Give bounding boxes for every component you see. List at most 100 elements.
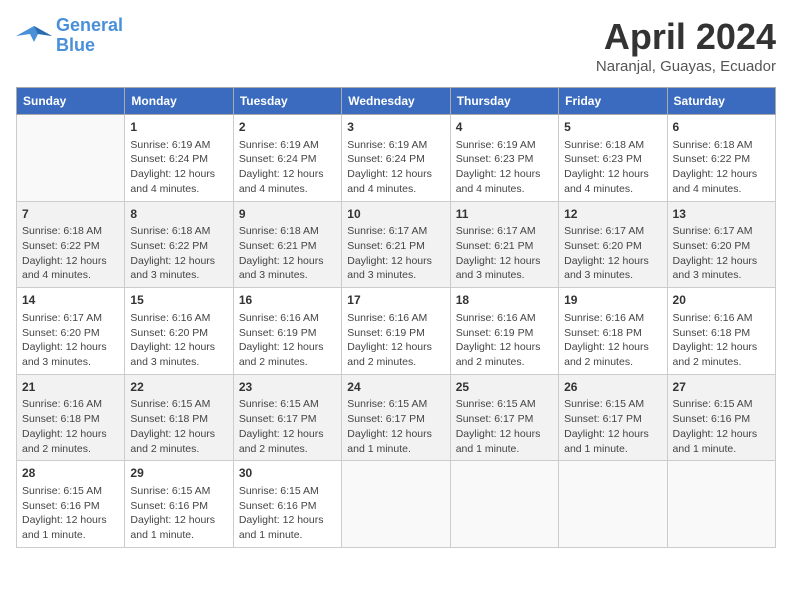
- calendar-cell: 11Sunrise: 6:17 AM Sunset: 6:21 PM Dayli…: [450, 201, 558, 288]
- day-number: 13: [673, 206, 770, 223]
- calendar-cell: 4Sunrise: 6:19 AM Sunset: 6:23 PM Daylig…: [450, 115, 558, 202]
- calendar-cell: 26Sunrise: 6:15 AM Sunset: 6:17 PM Dayli…: [559, 374, 667, 461]
- day-number: 27: [673, 379, 770, 396]
- header-thursday: Thursday: [450, 88, 558, 115]
- calendar-cell: 18 Sunrise: 6:16 AM Sunset: 6:19 PM Dayli…: [450, 288, 558, 375]
- calendar-cell: 25Sunrise: 6:15 AM Sunset: 6:17 PM Dayli…: [450, 374, 558, 461]
- day-info: Sunrise: 6:19 AM Sunset: 6:24 PM Dayligh…: [239, 138, 336, 197]
- day-info: Sunrise: 6:16 AM Sunset: 6:18 PM Dayligh…: [673, 311, 770, 370]
- logo-text: General Blue: [56, 16, 123, 56]
- calendar-cell: 1 Sunrise: 6:19 AM Sunset: 6:24 PM Daylig…: [125, 115, 233, 202]
- calendar-table: SundayMondayTuesdayWednesdayThursdayFrid…: [16, 87, 776, 548]
- calendar-cell: 30Sunrise: 6:15 AM Sunset: 6:16 PM Dayli…: [233, 461, 341, 548]
- day-info: Sunrise: 6:15 AM Sunset: 6:16 PM Dayligh…: [673, 397, 770, 456]
- calendar-week-row: 28 Sunrise: 6:15 AM Sunset: 6:16 PM Dayli…: [17, 461, 776, 548]
- calendar-cell: 29 Sunrise: 6:15 AM Sunset: 6:16 PM Dayli…: [125, 461, 233, 548]
- day-number: 1: [130, 119, 227, 136]
- day-info: Sunrise: 6:18 AM Sunset: 6:22 PM Dayligh…: [673, 138, 770, 197]
- day-info: Sunrise: 6:15 AM Sunset: 6:18 PM Dayligh…: [130, 397, 227, 456]
- day-info: Sunrise: 6:16 AM Sunset: 6:19 PM Dayligh…: [347, 311, 444, 370]
- day-number: 29: [130, 465, 227, 482]
- location-subtitle: Naranjal, Guayas, Ecuador: [596, 58, 776, 75]
- calendar-cell: [450, 461, 558, 548]
- calendar-cell: 8Sunrise: 6:18 AM Sunset: 6:22 PM Daylig…: [125, 201, 233, 288]
- day-number: 8: [130, 206, 227, 223]
- calendar-cell: 13Sunrise: 6:17 AM Sunset: 6:20 PM Dayli…: [667, 201, 775, 288]
- day-info: Sunrise: 6:15 AM Sunset: 6:17 PM Dayligh…: [347, 397, 444, 456]
- day-info: Sunrise: 6:18 AM Sunset: 6:22 PM Dayligh…: [22, 224, 119, 283]
- day-number: 15: [130, 292, 227, 309]
- day-info: Sunrise: 6:16 AM Sunset: 6:18 PM Dayligh…: [564, 311, 661, 370]
- month-title: April 2024: [596, 16, 776, 58]
- day-number: 20: [673, 292, 770, 309]
- calendar-cell: 24Sunrise: 6:15 AM Sunset: 6:17 PM Dayli…: [342, 374, 450, 461]
- day-number: 23: [239, 379, 336, 396]
- day-number: 17: [347, 292, 444, 309]
- day-number: 21: [22, 379, 119, 396]
- logo-line1: General: [56, 15, 123, 35]
- header-sunday: Sunday: [17, 88, 125, 115]
- calendar-cell: [342, 461, 450, 548]
- calendar-cell: [17, 115, 125, 202]
- day-info: Sunrise: 6:17 AM Sunset: 6:20 PM Dayligh…: [22, 311, 119, 370]
- calendar-week-row: 21Sunrise: 6:16 AM Sunset: 6:18 PM Dayli…: [17, 374, 776, 461]
- calendar-cell: 2 Sunrise: 6:19 AM Sunset: 6:24 PM Daylig…: [233, 115, 341, 202]
- calendar-cell: 17 Sunrise: 6:16 AM Sunset: 6:19 PM Dayli…: [342, 288, 450, 375]
- day-number: 16: [239, 292, 336, 309]
- day-number: 11: [456, 206, 553, 223]
- day-number: 2: [239, 119, 336, 136]
- logo: General Blue: [16, 16, 123, 56]
- day-info: Sunrise: 6:15 AM Sunset: 6:17 PM Dayligh…: [456, 397, 553, 456]
- day-number: 5: [564, 119, 661, 136]
- day-number: 10: [347, 206, 444, 223]
- day-number: 6: [673, 119, 770, 136]
- day-info: Sunrise: 6:15 AM Sunset: 6:17 PM Dayligh…: [239, 397, 336, 456]
- day-number: 22: [130, 379, 227, 396]
- day-info: Sunrise: 6:17 AM Sunset: 6:20 PM Dayligh…: [673, 224, 770, 283]
- day-info: Sunrise: 6:16 AM Sunset: 6:20 PM Dayligh…: [130, 311, 227, 370]
- day-info: Sunrise: 6:18 AM Sunset: 6:22 PM Dayligh…: [130, 224, 227, 283]
- calendar-cell: 7Sunrise: 6:18 AM Sunset: 6:22 PM Daylig…: [17, 201, 125, 288]
- page-header: General Blue April 2024 Naranjal, Guayas…: [16, 16, 776, 75]
- calendar-cell: 22Sunrise: 6:15 AM Sunset: 6:18 PM Dayli…: [125, 374, 233, 461]
- header-tuesday: Tuesday: [233, 88, 341, 115]
- day-info: Sunrise: 6:15 AM Sunset: 6:17 PM Dayligh…: [564, 397, 661, 456]
- calendar-week-row: 1 Sunrise: 6:19 AM Sunset: 6:24 PM Daylig…: [17, 115, 776, 202]
- day-info: Sunrise: 6:19 AM Sunset: 6:24 PM Dayligh…: [347, 138, 444, 197]
- day-number: 7: [22, 206, 119, 223]
- day-number: 26: [564, 379, 661, 396]
- day-number: 25: [456, 379, 553, 396]
- day-number: 3: [347, 119, 444, 136]
- day-info: Sunrise: 6:17 AM Sunset: 6:21 PM Dayligh…: [456, 224, 553, 283]
- day-info: Sunrise: 6:17 AM Sunset: 6:21 PM Dayligh…: [347, 224, 444, 283]
- day-number: 9: [239, 206, 336, 223]
- day-info: Sunrise: 6:19 AM Sunset: 6:24 PM Dayligh…: [130, 138, 227, 197]
- day-number: 28: [22, 465, 119, 482]
- day-info: Sunrise: 6:15 AM Sunset: 6:16 PM Dayligh…: [130, 484, 227, 543]
- calendar-header-row: SundayMondayTuesdayWednesdayThursdayFrid…: [17, 88, 776, 115]
- calendar-cell: 20 Sunrise: 6:16 AM Sunset: 6:18 PM Dayli…: [667, 288, 775, 375]
- calendar-week-row: 7Sunrise: 6:18 AM Sunset: 6:22 PM Daylig…: [17, 201, 776, 288]
- logo-icon: [16, 22, 52, 50]
- calendar-cell: 12Sunrise: 6:17 AM Sunset: 6:20 PM Dayli…: [559, 201, 667, 288]
- calendar-cell: 28Sunrise: 6:15 AM Sunset: 6:16 PM Dayli…: [17, 461, 125, 548]
- day-number: 14: [22, 292, 119, 309]
- calendar-cell: 3 Sunrise: 6:19 AM Sunset: 6:24 PM Daylig…: [342, 115, 450, 202]
- calendar-week-row: 14 Sunrise: 6:17 AM Sunset: 6:20 PM Dayli…: [17, 288, 776, 375]
- day-number: 19: [564, 292, 661, 309]
- logo-line2: Blue: [56, 35, 95, 55]
- day-number: 24: [347, 379, 444, 396]
- calendar-cell: 10Sunrise: 6:17 AM Sunset: 6:21 PM Dayli…: [342, 201, 450, 288]
- calendar-cell: 27Sunrise: 6:15 AM Sunset: 6:16 PM Dayli…: [667, 374, 775, 461]
- calendar-cell: [559, 461, 667, 548]
- calendar-cell: 21Sunrise: 6:16 AM Sunset: 6:18 PM Dayli…: [17, 374, 125, 461]
- calendar-cell: [667, 461, 775, 548]
- day-number: 18: [456, 292, 553, 309]
- header-saturday: Saturday: [667, 88, 775, 115]
- day-info: Sunrise: 6:17 AM Sunset: 6:20 PM Dayligh…: [564, 224, 661, 283]
- day-info: Sunrise: 6:18 AM Sunset: 6:23 PM Dayligh…: [564, 138, 661, 197]
- header-wednesday: Wednesday: [342, 88, 450, 115]
- day-number: 30: [239, 465, 336, 482]
- day-info: Sunrise: 6:16 AM Sunset: 6:19 PM Dayligh…: [456, 311, 553, 370]
- calendar-cell: 19 Sunrise: 6:16 AM Sunset: 6:18 PM Dayli…: [559, 288, 667, 375]
